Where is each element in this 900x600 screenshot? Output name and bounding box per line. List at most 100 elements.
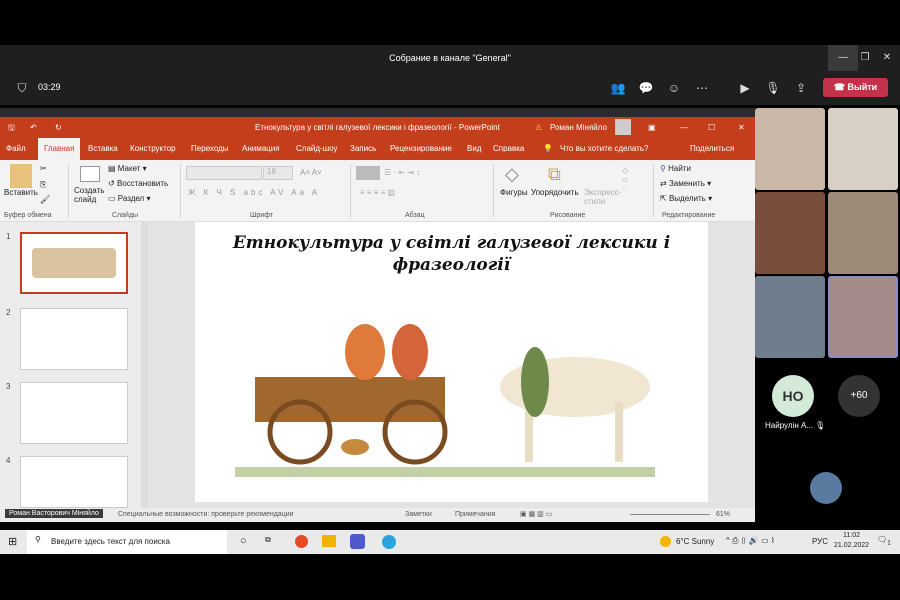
tab-insert[interactable]: Вставка: [88, 138, 118, 160]
participant-video-2[interactable]: [828, 108, 898, 190]
slide-thumbnail-1[interactable]: [20, 232, 128, 294]
more-participants-button[interactable]: +60: [838, 375, 880, 417]
layout-button[interactable]: ▤ Макет ▾: [108, 164, 147, 173]
align-buttons[interactable]: ≡ ≡ ≡ ≡ ▥: [360, 188, 395, 197]
replace-button[interactable]: ⇄ Заменить ▾: [660, 179, 711, 188]
chrome-icon[interactable]: [295, 535, 308, 548]
tab-review[interactable]: Рецензирование: [390, 138, 452, 160]
fill-outline-icons[interactable]: ◇ ▱ ◌: [622, 166, 628, 193]
slide-thumbnail-4[interactable]: [20, 456, 128, 508]
presenter-name: Роман Васторович Міняйло: [5, 509, 103, 518]
user-avatar[interactable]: [615, 119, 631, 135]
notes-button[interactable]: Заметки: [405, 508, 432, 522]
slide-number: 4: [6, 456, 11, 465]
chat-icon[interactable]: 💬: [638, 80, 654, 96]
font-size-select[interactable]: 18: [263, 166, 293, 180]
reactions-icon[interactable]: ☺: [666, 80, 682, 96]
file-explorer-icon[interactable]: [322, 535, 336, 547]
windows-start-icon[interactable]: ⊞: [8, 535, 17, 548]
participant-video-6[interactable]: [828, 276, 898, 358]
tray-icons[interactable]: ^ ⎙ ▯ 🔊 ▭ ⌇: [726, 536, 775, 546]
more-icon[interactable]: ⋯: [694, 80, 710, 96]
tab-transitions[interactable]: Переходы: [191, 138, 229, 160]
font-family-select[interactable]: [186, 166, 262, 180]
pp-minimize-button[interactable]: —: [680, 117, 688, 138]
view-buttons[interactable]: ▣ ▦ ▥ ▭: [520, 508, 552, 522]
thumbnails-scrollbar[interactable]: [141, 222, 149, 508]
copy-icon[interactable]: ⎘: [40, 180, 46, 190]
search-icon: ⚲: [660, 164, 666, 173]
slide-thumbnail-2[interactable]: [20, 308, 128, 370]
share-button[interactable]: Поделиться: [690, 138, 734, 160]
pp-maximize-button[interactable]: ☐: [708, 117, 715, 138]
clock-time[interactable]: 11:02: [843, 532, 860, 539]
accessibility-status[interactable]: Специальные возможности: проверьте реком…: [118, 508, 294, 522]
arrange-icon[interactable]: ⧉: [548, 164, 561, 185]
cut-icon[interactable]: ✂: [40, 164, 47, 173]
people-icon[interactable]: 👥: [610, 80, 626, 96]
pp-close-button[interactable]: ✕: [738, 117, 745, 138]
ribbon: Вставить ✂ ⎘ 🖌 Буфер обмена Создать слай…: [0, 160, 755, 222]
slide-thumbnail-3[interactable]: [20, 382, 128, 444]
tab-slideshow[interactable]: Слайд-шоу: [296, 138, 337, 160]
taskbar-search[interactable]: ⚲ Введите здесь текст для поиска: [27, 530, 227, 554]
leave-button[interactable]: ☎ Выйти: [823, 78, 888, 97]
tab-file[interactable]: Файл: [6, 138, 26, 160]
powerpoint-title-bar: 🖫 ↶ ↻ Етнокультура у світлі галузевої ле…: [0, 117, 755, 138]
shapes-button[interactable]: Фигуры: [500, 188, 528, 197]
font-grow-shrink-icons[interactable]: A˄ A˅: [300, 168, 322, 177]
format-painter-icon[interactable]: 🖌: [40, 195, 50, 204]
find-button[interactable]: ⚲ Найти: [660, 164, 691, 173]
notifications-icon[interactable]: 🗨1: [877, 535, 891, 547]
shapes-icon[interactable]: ◇: [505, 164, 519, 185]
slide-canvas[interactable]: Етнокультура у світлі галузевої лексики …: [195, 222, 708, 502]
undo-icon[interactable]: ↶: [30, 117, 37, 138]
mic-off-icon[interactable]: 🎙: [765, 80, 781, 96]
share-screen-icon[interactable]: ⇪: [793, 80, 809, 96]
participant-video-3[interactable]: [755, 192, 825, 274]
paste-icon[interactable]: [10, 164, 32, 188]
participant-video-1[interactable]: [755, 108, 825, 190]
save-icon[interactable]: 🖫: [8, 117, 15, 138]
new-slide-icon[interactable]: [80, 166, 100, 182]
camera-off-icon[interactable]: ▶: [737, 80, 753, 96]
quick-styles-button[interactable]: Экспресс-стили: [584, 188, 621, 206]
tab-record[interactable]: Запись: [350, 138, 376, 160]
close-button[interactable]: ✕: [872, 45, 900, 71]
participant-avatar[interactable]: НО: [772, 375, 814, 417]
ribbon-display-icon[interactable]: ▣: [648, 117, 656, 138]
group-font: Шрифт: [250, 212, 274, 219]
paragraph-buttons[interactable]: ☰ · ⇤ ⇥ ↕: [384, 168, 420, 177]
teams-icon[interactable]: [350, 534, 365, 549]
arrange-button[interactable]: Упорядочить: [531, 188, 579, 197]
weather[interactable]: 6°C Sunny: [676, 537, 714, 546]
reset-button[interactable]: ↺ Восстановить: [108, 179, 168, 188]
section-button[interactable]: ▭ Раздел ▾: [108, 194, 150, 203]
task-view-icon[interactable]: ⧉: [265, 535, 271, 545]
font-format-buttons[interactable]: Ж К Ч S abc AV Aa A: [188, 188, 320, 197]
tab-help[interactable]: Справка: [493, 138, 524, 160]
paste-button[interactable]: Вставить: [4, 188, 38, 197]
tab-home[interactable]: Главная: [38, 138, 81, 160]
tell-me-input[interactable]: Что вы хотите сделать?: [560, 138, 648, 160]
redo-icon[interactable]: ↻: [55, 117, 62, 138]
list-style-select[interactable]: [356, 166, 380, 180]
select-button[interactable]: ⇱ Выделить ▾: [660, 194, 712, 203]
tab-view[interactable]: Вид: [467, 138, 481, 160]
zoom-slider[interactable]: [630, 514, 710, 515]
telegram-icon[interactable]: [382, 535, 396, 549]
comments-button[interactable]: Примечания: [455, 508, 495, 522]
clock-date[interactable]: 21.02.2022: [834, 542, 869, 549]
new-slide-button[interactable]: Создать слайд: [74, 186, 106, 204]
tab-design[interactable]: Конструктор: [130, 138, 176, 160]
input-language[interactable]: РУС: [812, 537, 828, 546]
self-avatar[interactable]: [810, 472, 842, 504]
cortana-icon[interactable]: ○: [240, 535, 247, 547]
teams-title-bar: Собрание в канале "General" — ❐ ✕: [0, 45, 900, 71]
participant-video-4[interactable]: [828, 192, 898, 274]
zoom-level[interactable]: 61%: [716, 508, 730, 522]
mic-muted-icon: 🎙: [815, 421, 826, 430]
participant-video-5[interactable]: [755, 276, 825, 358]
tab-animations[interactable]: Анимация: [242, 138, 280, 160]
slide-title[interactable]: Етнокультура у світлі галузевої лексики …: [195, 232, 708, 276]
